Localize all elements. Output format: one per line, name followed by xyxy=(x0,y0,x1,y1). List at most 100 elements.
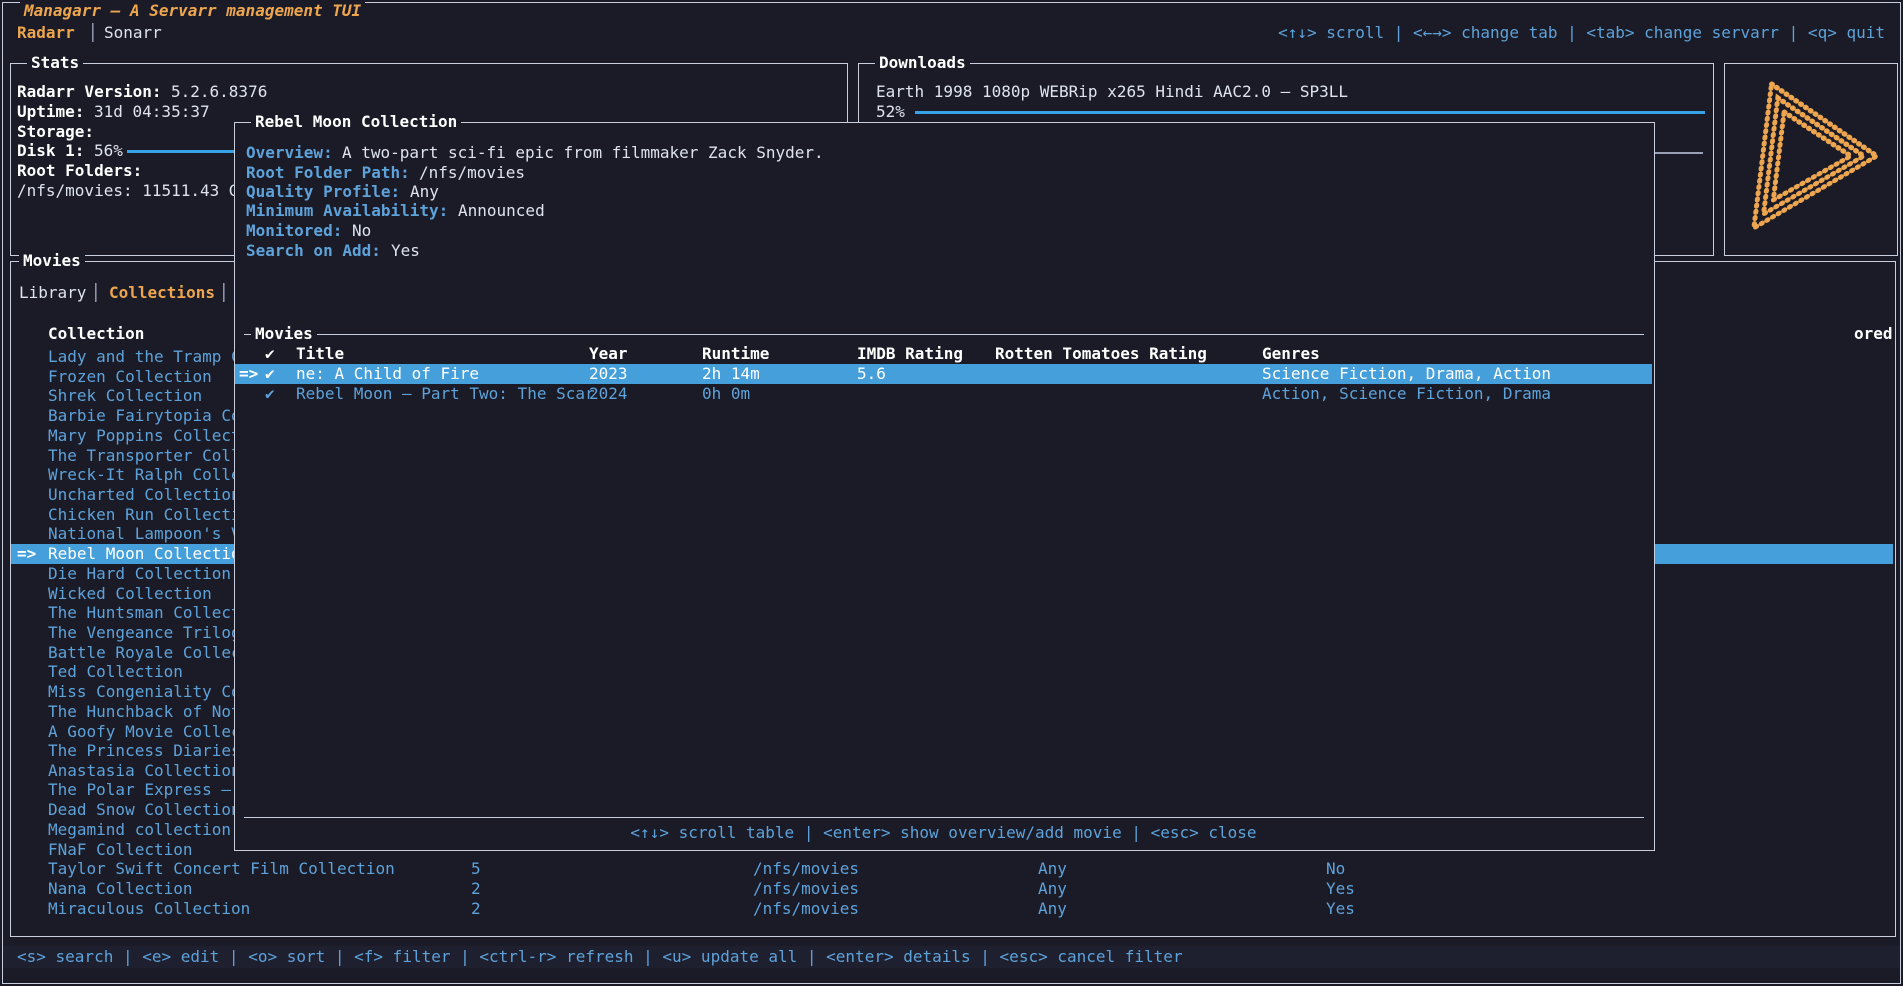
collection-item[interactable]: Miss Congeniality Col xyxy=(48,682,250,702)
field-label: Search on Add: xyxy=(246,241,381,261)
managarr-app: Managarr – A Servarr management TUI Rada… xyxy=(0,0,1903,986)
collection-item[interactable]: Wreck-It Ralph Collec xyxy=(48,465,250,485)
column-header-collection: Collection xyxy=(48,324,144,344)
version-value: 5.2.6.8376 xyxy=(171,82,267,102)
collection-details-modal: Rebel Moon Collection Overview: A two-pa… xyxy=(234,122,1655,851)
collection-item[interactable]: Mary Poppins Collecti xyxy=(48,426,250,446)
field-value: Announced xyxy=(458,201,545,221)
movie-year: 2023 xyxy=(589,364,628,384)
column-header-runtime: Runtime xyxy=(702,344,769,364)
field-label: Root Folder Path: xyxy=(246,163,410,183)
disk-percent: 56% xyxy=(94,141,123,161)
monitored-check-icon: ✔ xyxy=(265,364,275,384)
collection-item[interactable]: The Princess Diaries xyxy=(48,741,241,761)
collection-root-folder: /nfs/movies xyxy=(753,879,859,899)
root-folder-value: /nfs/movies: 11511.43 GB xyxy=(17,181,248,201)
movies-panel-title: Movies xyxy=(19,251,85,271)
collection-item[interactable]: The Polar Express – C xyxy=(48,780,250,800)
column-header-imdb-rating: IMDB Rating xyxy=(857,344,963,364)
collection-movie-count: 5 xyxy=(471,859,481,879)
movies-table-bottom-rule xyxy=(244,817,1644,818)
collection-item[interactable]: Frozen Collection xyxy=(48,367,212,387)
collection-row[interactable]: Taylor Swift Concert Film Collection 5 /… xyxy=(11,859,1893,879)
movies-table-title: Movies xyxy=(251,324,317,344)
collection-item[interactable]: Barbie Fairytopia Col xyxy=(48,406,250,426)
monitored-check-icon: ✔ xyxy=(265,384,275,404)
collection-row[interactable]: Nana Collection 2 /nfs/movies Any Yes xyxy=(11,879,1893,899)
movie-row-selected[interactable]: => ✔ ne: A Child of Fire 2023 2h 14m 5.6… xyxy=(235,364,1652,384)
collection-item[interactable]: Megamind collection xyxy=(48,820,231,840)
movie-title: ne: A Child of Fire xyxy=(296,364,479,384)
disk-label: Disk 1: xyxy=(17,141,84,161)
movie-imdb-rating: 5.6 xyxy=(857,364,886,384)
collection-item: Rebel Moon Collection xyxy=(48,544,250,564)
collection-item[interactable]: FNaF Collection xyxy=(48,840,193,860)
movie-runtime: 0h 0m xyxy=(702,384,750,404)
movie-genres: Science Fiction, Drama, Action xyxy=(1262,364,1551,384)
uptime-label: Uptime: xyxy=(17,102,84,122)
column-header-genres: Genres xyxy=(1262,344,1320,364)
modal-keybind-hints: <↑↓> scroll table | <enter> show overvie… xyxy=(235,823,1652,843)
collection-item[interactable]: Shrek Collection xyxy=(48,386,202,406)
download-percent: 52% xyxy=(876,102,905,122)
collection-monitored: No xyxy=(1326,859,1345,879)
column-header-rotten-tomatoes: Rotten Tomatoes Rating xyxy=(995,344,1207,364)
collection-movie-count: 2 xyxy=(471,899,481,919)
selection-marker: => xyxy=(239,364,258,384)
field-label: Monitored: xyxy=(246,221,342,241)
downloads-title: Downloads xyxy=(875,53,970,73)
header-keybind-hints: <↑↓> scroll | <←→> change tab | <tab> ch… xyxy=(1278,23,1885,43)
collection-name: Nana Collection xyxy=(48,879,193,899)
field-value: A two-part sci-fi epic from filmmaker Za… xyxy=(342,143,824,163)
tab-collections[interactable]: Collections xyxy=(109,283,215,303)
collection-root-folder: /nfs/movies xyxy=(753,859,859,879)
field-label: Quality Profile: xyxy=(246,182,400,202)
version-label: Radarr Version: xyxy=(17,82,162,102)
tab-library[interactable]: Library xyxy=(19,283,86,303)
root-folders-label: Root Folders: xyxy=(17,161,142,181)
collection-item[interactable]: Die Hard Collection xyxy=(48,564,231,584)
collection-item[interactable]: The Transporter Colle xyxy=(48,446,250,466)
collection-item[interactable]: Anastasia Collection xyxy=(48,761,241,781)
tab-sonarr[interactable]: Sonarr xyxy=(104,23,162,43)
column-header-year: Year xyxy=(589,344,628,364)
movie-runtime: 2h 14m xyxy=(702,364,760,384)
movie-row[interactable]: ✔ Rebel Moon – Part Two: The Scar 2024 0… xyxy=(235,384,1652,404)
collection-quality-profile: Any xyxy=(1038,879,1067,899)
tab-divider: │ xyxy=(88,23,98,43)
collection-item[interactable]: Uncharted Collection xyxy=(48,485,241,505)
logo-panel xyxy=(1724,63,1898,256)
uptime-value: 31d 04:35:37 xyxy=(94,102,210,122)
movies-table-top-rule xyxy=(244,334,1644,335)
collection-row[interactable]: Miraculous Collection 2 /nfs/movies Any … xyxy=(11,899,1893,919)
collection-quality-profile: Any xyxy=(1038,859,1067,879)
storage-label: Storage: xyxy=(17,122,94,142)
field-label: Minimum Availability: xyxy=(246,201,448,221)
collection-name: Miraculous Collection xyxy=(48,899,250,919)
collection-item[interactable]: Dead Snow Collection xyxy=(48,800,241,820)
collection-item[interactable]: Chicken Run Collectio xyxy=(48,505,250,525)
movie-year: 2024 xyxy=(589,384,628,404)
collection-quality-profile: Any xyxy=(1038,899,1067,919)
download-item-name: Earth 1998 1080p WEBRip x265 Hindi AAC2.… xyxy=(876,82,1348,102)
column-header-monitored-fragment: ored xyxy=(1854,324,1893,344)
collection-item[interactable]: A Goofy Movie Collect xyxy=(48,722,250,742)
collection-item[interactable]: The Hunchback of Notr xyxy=(48,702,250,722)
movie-title: Rebel Moon – Part Two: The Scar xyxy=(296,384,595,404)
collection-item[interactable]: Battle Royale Collect xyxy=(48,643,250,663)
field-label: Overview: xyxy=(246,143,333,163)
app-title: Managarr – A Servarr management TUI xyxy=(20,1,365,21)
collection-item[interactable]: Lady and the Tramp Co xyxy=(48,347,250,367)
collection-item[interactable]: National Lampoon's Va xyxy=(48,524,250,544)
stats-title: Stats xyxy=(27,53,83,73)
modal-title: Rebel Moon Collection xyxy=(251,112,461,132)
collection-item[interactable]: Wicked Collection xyxy=(48,584,212,604)
collection-name: Taylor Swift Concert Film Collection xyxy=(48,859,395,879)
collection-item[interactable]: The Huntsman Collecti xyxy=(48,603,250,623)
tab-radarr[interactable]: Radarr xyxy=(17,23,75,43)
collection-item[interactable]: Ted Collection xyxy=(48,662,183,682)
field-value: /nfs/movies xyxy=(419,163,525,183)
collection-item[interactable]: The Vengeance Trilogy xyxy=(48,623,250,643)
footer-keybind-hints: <s> search | <e> edit | <o> sort | <f> f… xyxy=(17,947,1183,967)
download-progress-gauge xyxy=(915,111,1705,114)
